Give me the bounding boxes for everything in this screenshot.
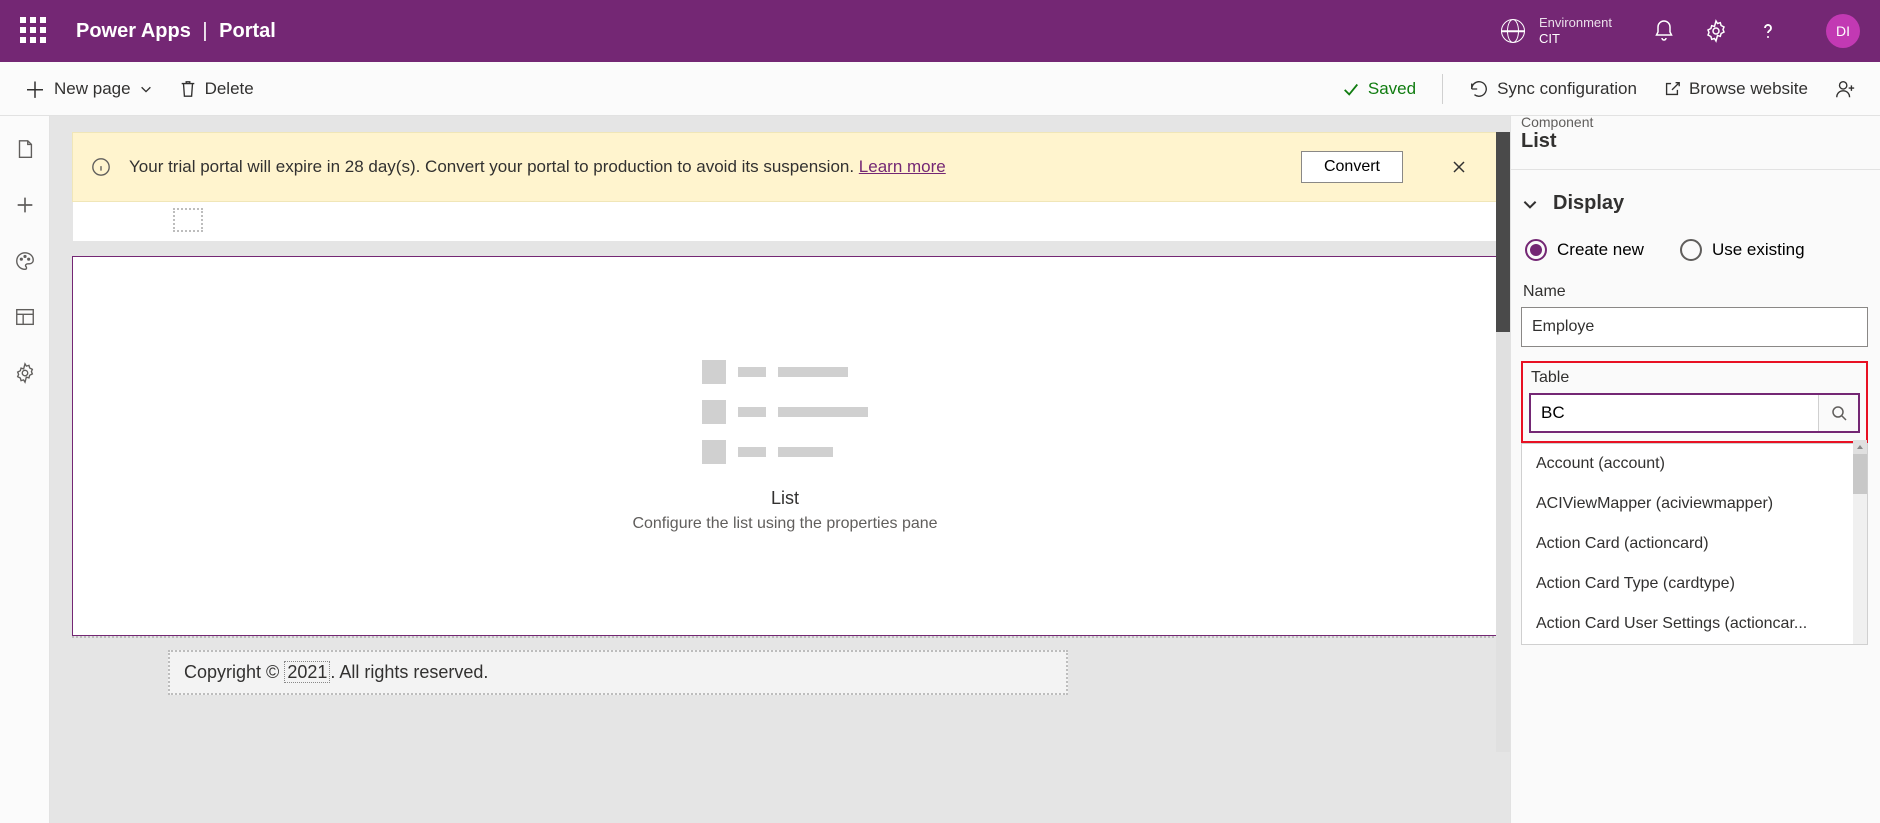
list-placeholder-graphic <box>702 360 868 464</box>
bell-icon[interactable] <box>1652 19 1676 43</box>
settings-icon[interactable] <box>14 362 36 384</box>
dropdown-item[interactable]: ACIViewMapper (aciviewmapper) <box>1522 484 1867 524</box>
delete-button[interactable]: Delete <box>179 79 254 99</box>
properties-pane: Component List Display Create new Use ex… <box>1510 116 1880 823</box>
palette-icon[interactable] <box>14 250 36 272</box>
list-placeholder-title: List <box>771 488 799 509</box>
copyright-suffix: . All rights reserved. <box>330 662 488 682</box>
separator <box>1442 74 1443 104</box>
copyright-text[interactable]: Copyright © 2021. All rights reserved. <box>168 650 1068 695</box>
canvas: Your trial portal will expire in 28 day(… <box>50 116 1510 823</box>
list-placeholder-subtitle: Configure the list using the properties … <box>632 515 937 533</box>
trash-icon <box>179 79 197 99</box>
waffle-icon[interactable] <box>20 17 48 45</box>
display-section-header[interactable]: Display <box>1521 180 1868 227</box>
table-field-label: Table <box>1531 369 1860 387</box>
table-combobox[interactable] <box>1529 393 1860 433</box>
canvas-scrollbar[interactable] <box>1496 132 1510 752</box>
brand-name: Power Apps <box>76 20 191 42</box>
page-placeholder-row <box>72 202 1498 242</box>
chevron-down-icon <box>1521 195 1539 213</box>
notification-text: Your trial portal will expire in 28 day(… <box>129 157 946 177</box>
insert-target[interactable] <box>173 208 203 232</box>
brand-title: Power Apps | Portal <box>76 20 276 43</box>
divider <box>1511 169 1880 170</box>
browse-label: Browse website <box>1689 79 1808 99</box>
display-section-label: Display <box>1553 192 1624 215</box>
left-rail <box>0 116 50 823</box>
trial-notification: Your trial portal will expire in 28 day(… <box>72 132 1498 202</box>
radio-use-existing[interactable]: Use existing <box>1680 239 1805 261</box>
template-icon[interactable] <box>14 306 36 328</box>
table-input[interactable] <box>1531 395 1818 431</box>
component-label: Component <box>1521 116 1868 130</box>
check-icon <box>1342 80 1360 98</box>
name-field-label: Name <box>1523 283 1868 301</box>
globe-icon <box>1501 19 1525 43</box>
learn-more-link[interactable]: Learn more <box>859 157 946 176</box>
close-icon[interactable] <box>1439 147 1479 187</box>
plus-icon: ＋ <box>24 73 46 105</box>
new-page-label: New page <box>54 79 131 99</box>
person-plus-icon[interactable] <box>1834 78 1856 100</box>
sync-button[interactable]: Sync configuration <box>1469 79 1637 99</box>
chevron-down-icon <box>139 82 153 96</box>
dropdown-scrollbar[interactable] <box>1853 444 1867 644</box>
saved-label: Saved <box>1368 79 1416 99</box>
saved-status: Saved <box>1342 79 1416 99</box>
copyright-prefix: Copyright © <box>184 662 284 682</box>
notification-message: Your trial portal will expire in 28 day(… <box>129 157 859 176</box>
delete-label: Delete <box>205 79 254 99</box>
footer-region: Copyright © 2021. All rights reserved. <box>72 636 1498 706</box>
environment-name: CIT <box>1539 31 1612 47</box>
main-area: Your trial portal will expire in 28 day(… <box>0 116 1880 823</box>
browse-website-button[interactable]: Browse website <box>1663 79 1808 99</box>
scroll-up-arrow[interactable] <box>1853 440 1867 454</box>
avatar-initials: DI <box>1836 23 1850 39</box>
dropdown-item[interactable]: Account (account) <box>1522 444 1867 484</box>
table-field-highlight: Table <box>1521 361 1868 443</box>
gear-icon[interactable] <box>1704 19 1728 43</box>
dropdown-item[interactable]: Action Card (actioncard) <box>1522 524 1867 564</box>
name-input[interactable] <box>1521 307 1868 347</box>
convert-button[interactable]: Convert <box>1301 151 1403 183</box>
user-avatar[interactable]: DI <box>1826 14 1860 48</box>
brand-separator: | <box>202 20 207 42</box>
table-dropdown: Account (account) ACIViewMapper (aciview… <box>1521 443 1868 645</box>
copyright-year: 2021 <box>284 661 330 683</box>
list-component-canvas[interactable]: List Configure the list using the proper… <box>72 256 1498 636</box>
page-icon[interactable] <box>14 138 36 160</box>
dropdown-item[interactable]: Action Card User Settings (actioncar... <box>1522 604 1867 644</box>
sync-label: Sync configuration <box>1497 79 1637 99</box>
environment-label: Environment <box>1539 15 1612 31</box>
radio-use-existing-label: Use existing <box>1712 240 1805 260</box>
list-source-radio-group: Create new Use existing <box>1521 227 1868 279</box>
table-search-button[interactable] <box>1818 395 1858 431</box>
dropdown-item[interactable]: Action Card Type (cardtype) <box>1522 564 1867 604</box>
info-icon <box>91 157 111 177</box>
external-link-icon <box>1663 80 1681 98</box>
add-icon[interactable] <box>14 194 36 216</box>
brand-page: Portal <box>219 20 276 42</box>
help-icon[interactable] <box>1756 19 1780 43</box>
radio-create-new-label: Create new <box>1557 240 1644 260</box>
new-page-button[interactable]: ＋ New page <box>24 73 153 105</box>
command-bar: ＋ New page Delete Saved Sync configurati… <box>0 62 1880 116</box>
environment-picker[interactable]: Environment CIT <box>1501 15 1612 46</box>
component-type: List <box>1521 130 1868 153</box>
radio-create-new[interactable]: Create new <box>1525 239 1644 261</box>
app-header: Power Apps | Portal Environment CIT DI <box>0 0 1880 62</box>
refresh-icon <box>1469 79 1489 99</box>
search-icon <box>1831 405 1847 421</box>
